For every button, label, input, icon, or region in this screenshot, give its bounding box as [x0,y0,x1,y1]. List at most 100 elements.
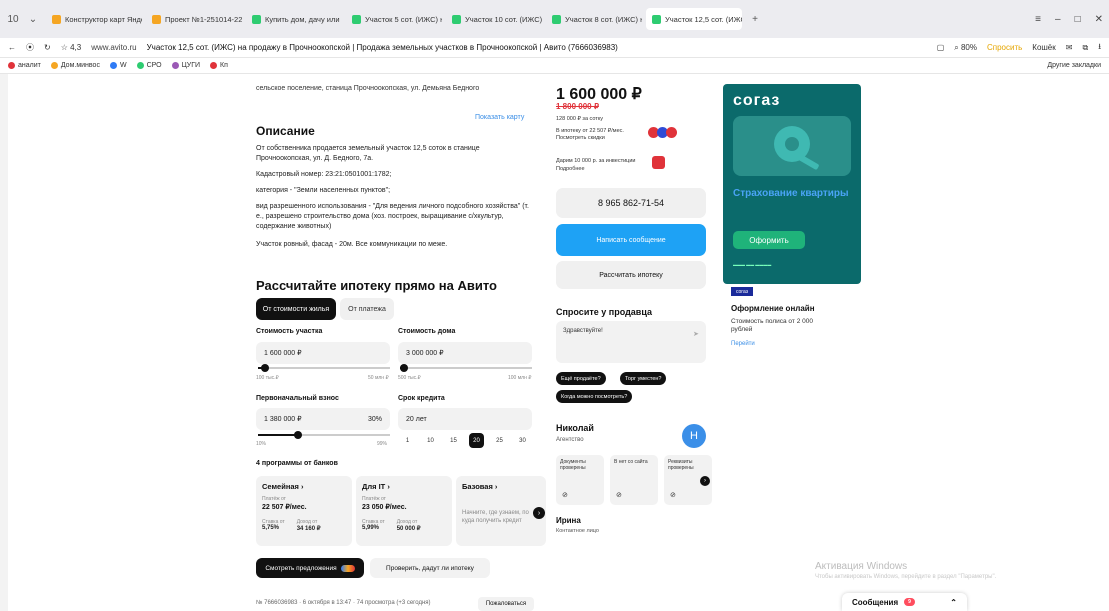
seller-card-text: В нет со сайта [614,459,648,465]
bookmark-item[interactable]: СРО [136,62,162,69]
complain-button[interactable]: Пожаловаться [478,597,534,611]
address-url[interactable]: www.avito.ru [91,43,136,52]
check-mortgage-button[interactable]: Проверить, дадут ли ипотеку [370,558,490,578]
programs-title: 4 программы от банков [256,460,338,467]
address-bar: ← ⦿ ↻ ☆ 4,3 www.avito.ru Участок 12,5 со… [0,38,1109,58]
calc-mortgage-button[interactable]: Рассчитать ипотеку [556,261,706,289]
plot-cost-input[interactable]: 1 600 000 ₽ [256,342,390,364]
seller-card-docs[interactable]: Документы проверены ⊘ [556,455,604,505]
bookmark-favicon-icon [50,62,58,69]
ask-button[interactable]: Спросить [987,43,1022,52]
bookmark-label: аналит [18,62,41,69]
contact-type: Контактное лицо [556,528,599,534]
income-value: 50 000 ₽ [396,526,421,532]
seg-by-cost[interactable]: От стоимости жилья [256,298,336,320]
term-input[interactable]: 20 лет [398,408,532,430]
site-rating: 4,3 [70,43,82,52]
close-window-icon[interactable]: ✕ [1095,14,1103,25]
chevron-down-icon[interactable]: ⌄ [26,14,40,25]
send-icon[interactable]: ➤ [693,330,699,338]
browser-tab-2[interactable]: Проект №1-251014-2297 [146,8,242,30]
term-option[interactable]: 20 [469,433,484,448]
zoom-level[interactable]: ⌕ 80% [954,43,977,53]
reload-icon[interactable]: ↻ [44,43,51,52]
quick-question-2[interactable]: Торг уместен? [620,372,667,385]
browser-tab-5[interactable]: Участок 10 сот. (ИЖС) на продажу [446,8,542,30]
ask-seller-input[interactable]: Здравствуйте! [556,321,706,363]
quick-question-1[interactable]: Ещё продаёте? [556,372,606,385]
messages-label: Сообщения [852,597,899,607]
programs-next-icon[interactable]: › [533,507,545,519]
bookmark-item[interactable]: аналит [8,62,41,69]
ad-order-button[interactable]: Оформить [733,231,805,249]
bookmark-item[interactable]: Кп [210,62,228,69]
down-payment-slider[interactable] [258,431,390,439]
bookmark-icon[interactable]: ▢ [937,43,945,52]
mortgage-title: Рассчитайте ипотеку прямо на Авито [256,278,498,293]
down-payment-input[interactable]: 1 380 000 ₽ 30% [256,408,390,430]
house-cost-label: Стоимость дома [398,328,456,335]
sogaz-ad-banner[interactable]: согаз Страхование квартиры Оформить ▬▬▬ … [723,84,861,284]
program-title: Базовая › [462,482,498,491]
term-label: Срок кредита [398,395,445,402]
back-icon[interactable]: ← [8,43,16,52]
ad-go-link[interactable]: Перейти [731,341,755,347]
seg-by-payment[interactable]: От платежа [340,298,394,320]
maximize-icon[interactable]: □ [1075,14,1081,25]
bank-badge-icon [666,127,677,138]
rating-star-icon[interactable]: ☆ 4,3 [61,43,82,52]
quick-question-3[interactable]: Когда можно посмотреть? [556,390,633,403]
term-option[interactable]: 15 [446,433,461,448]
house-cost-input[interactable]: 3 000 000 ₽ [398,342,532,364]
house-cost-slider[interactable] [399,364,532,372]
check-icon: ⊘ [670,492,676,499]
bookmark-favicon-icon [210,62,218,69]
bookmark-item[interactable]: W [109,62,127,69]
tab-favicon-icon [452,14,461,24]
browser-tab-7[interactable]: Участок 12,5 сот. (ИЖС)✕ [646,8,742,30]
browser-tab-1[interactable]: Конструктор карт Яндекс [46,8,142,30]
bookmark-item[interactable]: Дом.минвос [50,62,100,69]
program-card-family[interactable]: Семейная › Платёж от 22 507 ₽/мес. Ставк… [256,476,352,546]
extensions-icon[interactable]: ⧉ [1082,43,1088,53]
term-option[interactable]: 1 [400,433,415,448]
bookmark-item[interactable]: ЦУГИ [171,62,200,69]
down-payment-value: 1 380 000 ₽ [264,416,302,423]
address-page-title[interactable]: Участок 12,5 сот. (ИЖС) на продажу в Про… [147,43,618,52]
show-map-link[interactable]: Показать карту [475,114,524,121]
seller-card-site[interactable]: В нет со сайта ⊘ [610,455,658,505]
messages-widget[interactable]: Сообщения 9 ⌃ [842,593,967,611]
tab-label: Участок 5 сот. (ИЖС) на продажу [365,14,442,24]
other-bookmarks[interactable]: Другие закладки [1047,62,1101,69]
down-payment-label: Первоначальный взнос [256,395,339,402]
contact-name: Ирина [556,516,581,525]
seller-avatar[interactable]: Н [682,424,706,448]
program-note: Начните, где узнаем, по куда получить кр… [462,510,529,524]
browser-tab-3[interactable]: Купить дом, дачу или коттедж [246,8,342,30]
plot-cost-slider[interactable] [258,364,390,372]
minimize-icon[interactable]: – [1055,14,1061,25]
wallet-button[interactable]: Кошёк [1032,43,1055,52]
term-option[interactable]: 25 [492,433,507,448]
tab-favicon-icon [652,14,661,24]
menu-icon[interactable]: ≡ [1035,14,1041,25]
tab-label: Участок 12,5 сот. (ИЖС) [665,14,742,24]
browser-tab-4[interactable]: Участок 5 сот. (ИЖС) на продажу [346,8,442,30]
tab-count-icon[interactable]: 10 [6,14,20,25]
download-icon[interactable]: ⭳ [1098,41,1101,55]
view-offers-button[interactable]: Смотреть предложения [256,558,364,578]
chevron-up-icon[interactable]: ⌃ [950,598,957,607]
new-tab-icon[interactable]: + [748,14,762,25]
shield-icon[interactable]: ⦿ [26,42,34,53]
phone-button[interactable]: 8 965 862-71-54 [556,188,706,218]
seller-name[interactable]: Николай [556,423,594,433]
bonus-link[interactable]: Подробнее [556,166,666,173]
browser-tab-6[interactable]: Участок 8 сот. (ИЖС) на продажу [546,8,642,30]
term-option[interactable]: 30 [515,433,530,448]
seller-cards-next-icon[interactable]: › [700,476,710,486]
mail-icon[interactable]: ✉ [1066,43,1073,52]
program-card-it[interactable]: Для IT › Платёж от 23 050 ₽/мес. Ставка … [356,476,452,546]
write-message-button[interactable]: Написать сообщение [556,224,706,256]
description-line-5: Участок ровный, фасад - 20м. Все коммуни… [256,241,448,248]
term-option[interactable]: 10 [423,433,438,448]
